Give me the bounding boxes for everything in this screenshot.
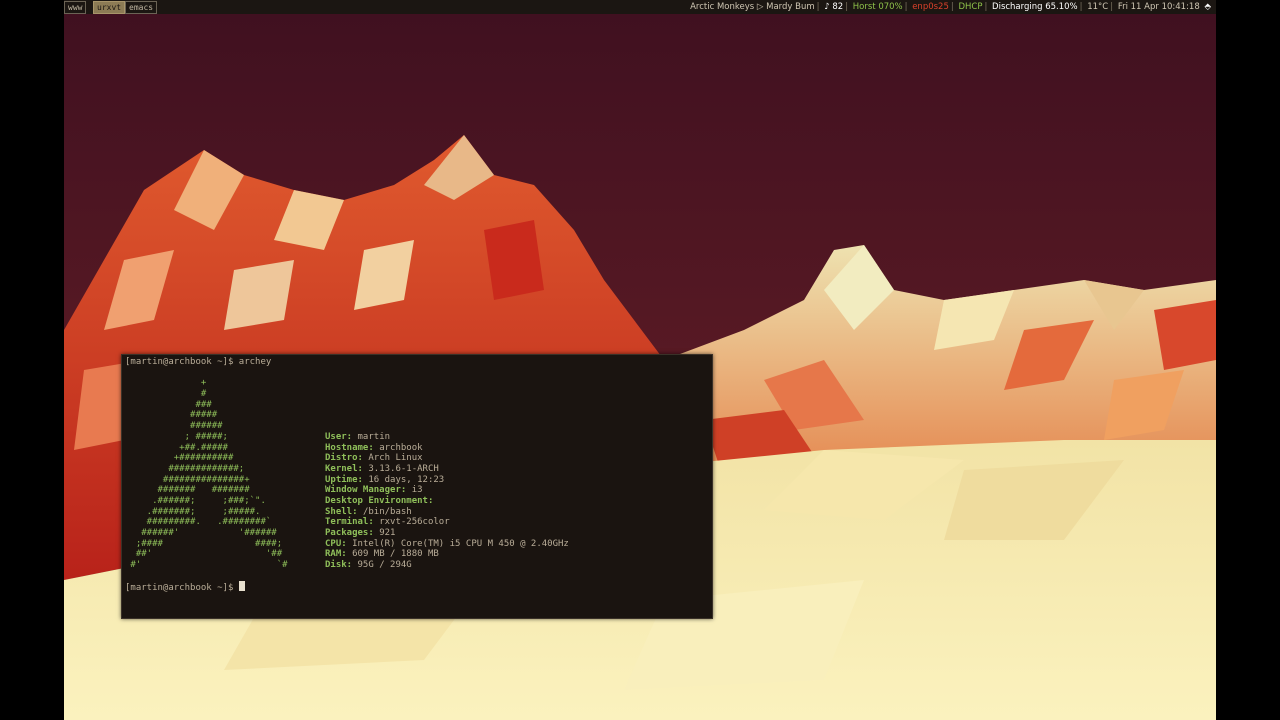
archey-row: ######	[125, 421, 709, 432]
info-key: CPU:	[325, 538, 347, 549]
info-key: RAM:	[325, 549, 347, 560]
archey-row: #####	[125, 410, 709, 421]
info-key: User:	[325, 431, 353, 442]
info-value: archbook	[379, 442, 423, 453]
arch-logo-line: #####	[125, 410, 218, 421]
active-prompt-line[interactable]: [martin@archbook ~]$	[125, 581, 709, 594]
arch-logo-line: ###	[125, 399, 212, 410]
archey-row: #' `# Disk: 95G / 294G	[125, 560, 709, 571]
archey-row: ##' '## RAM: 609 MB / 1880 MB	[125, 549, 709, 560]
archey-row: +##.##### Hostname: archbook	[125, 443, 709, 454]
info-key: Window Manager:	[325, 485, 407, 496]
info-key: Distro:	[325, 453, 363, 464]
dhcp-status: DHCP	[958, 2, 983, 12]
info-key: Disk:	[325, 560, 353, 571]
terminal-window[interactable]: [martin@archbook ~]$ archey + # ### ####…	[121, 354, 713, 619]
arch-logo-line: #############;	[125, 463, 245, 474]
battery-status: Discharging 65.10%	[992, 2, 1078, 12]
system-status: Arctic Monkeys ▷ Mardy Bum | ♪ 82 | Horst …	[690, 2, 1212, 12]
workspace-www[interactable]: www	[64, 1, 87, 14]
arch-logo-line: +##.#####	[125, 442, 228, 453]
info-value: rxvt-256color	[379, 517, 450, 528]
arch-logo-line: #########. .########`	[125, 517, 272, 528]
info-value: 95G / 294G	[357, 560, 412, 571]
workspace-emacs[interactable]: emacs	[125, 1, 158, 14]
arch-logo-line: ######	[125, 421, 223, 432]
info-value: i3	[411, 485, 423, 496]
info-key: Terminal:	[325, 517, 374, 528]
arch-logo-line: ###############+	[125, 474, 250, 485]
arch-logo-line: ####### #######	[125, 485, 250, 496]
arch-logo-line: ######' '######	[125, 528, 277, 538]
workspace-urxvt[interactable]: urxvt	[93, 1, 126, 14]
prompt: [martin@archbook ~]$	[125, 583, 239, 594]
tray-arrow-icon[interactable]: ⬘	[1203, 2, 1212, 12]
info-value: Arch Linux	[368, 453, 423, 464]
info-value: Intel(R) Core(TM) i5 CPU M 450 @ 2.40GHz	[352, 538, 569, 549]
archey-row: .#######; ;#####. Shell: /bin/bash	[125, 507, 709, 518]
info-value: 921	[379, 528, 396, 538]
archey-row: ; #####; User: martin	[125, 432, 709, 443]
info-key: Desktop Environment:	[325, 495, 434, 506]
arch-logo-line: .######; ;###;`".	[125, 495, 266, 506]
info-key: Hostname:	[325, 442, 374, 453]
archey-row: ###	[125, 400, 709, 411]
archey-output: + # ### ##### ###### ; #####; User: marti…	[125, 378, 709, 570]
wifi-status: Horst 070%	[852, 2, 903, 12]
archey-row: ###############+ Uptime: 16 days, 12:23	[125, 475, 709, 486]
command: archey	[238, 357, 272, 367]
archey-row: ;#### ####; CPU: Intel(R) Core(TM) i5 CPU…	[125, 539, 709, 550]
volume-indicator: ♪ 82	[824, 2, 844, 12]
info-value: 609 MB / 1880 MB	[352, 549, 439, 560]
archey-row: #########. .########` Terminal: rxvt-256c…	[125, 517, 709, 528]
info-key: Packages:	[325, 528, 374, 538]
info-value: /bin/bash	[362, 506, 412, 517]
desktop: www urxvt emacs Arctic Monkeys ▷ Mardy B…	[64, 0, 1216, 720]
archey-row: +########## Distro: Arch Linux	[125, 453, 709, 464]
archey-row: ######' '###### Packages: 921	[125, 528, 709, 539]
archey-row: #	[125, 389, 709, 400]
arch-logo-line: ;#### ####;	[125, 538, 283, 549]
archey-row: #############; Kernel: 3.13.6-1-ARCH	[125, 464, 709, 475]
ethernet-status: enp0s25	[912, 2, 949, 12]
arch-logo-line: #' `#	[125, 560, 288, 571]
arch-logo-line: +##########	[125, 453, 234, 464]
temperature: 11°C	[1087, 2, 1109, 12]
terminal-content: [martin@archbook ~]$ archey + # ### ####…	[125, 357, 709, 594]
clock: Fri 11 Apr 10:41:18	[1117, 2, 1200, 12]
now-playing: Arctic Monkeys ▷ Mardy Bum	[690, 2, 815, 12]
info-value: 3.13.6-1-ARCH	[368, 463, 439, 474]
arch-logo-line: ; #####;	[125, 431, 228, 442]
arch-logo-line: ##' '##	[125, 549, 283, 560]
info-key: Kernel:	[325, 463, 363, 474]
archey-row: +	[125, 378, 709, 389]
status-bar: www urxvt emacs Arctic Monkeys ▷ Mardy B…	[64, 0, 1216, 14]
command-line: [martin@archbook ~]$ archey	[125, 357, 709, 368]
arch-logo-line: #	[125, 389, 207, 400]
arch-logo-line: +	[125, 378, 207, 389]
info-key: Shell:	[325, 506, 358, 517]
info-value: martin	[357, 431, 391, 442]
info-key: Uptime:	[325, 474, 363, 485]
prompt: [martin@archbook ~]$	[125, 357, 239, 367]
arch-logo-line: .#######; ;#####.	[125, 506, 261, 517]
text-cursor	[238, 581, 245, 592]
archey-row: .######; ;###;`". Desktop Environment:	[125, 496, 709, 507]
archey-row: ####### ####### Window Manager: i3	[125, 485, 709, 496]
info-value: 16 days, 12:23	[368, 474, 445, 485]
